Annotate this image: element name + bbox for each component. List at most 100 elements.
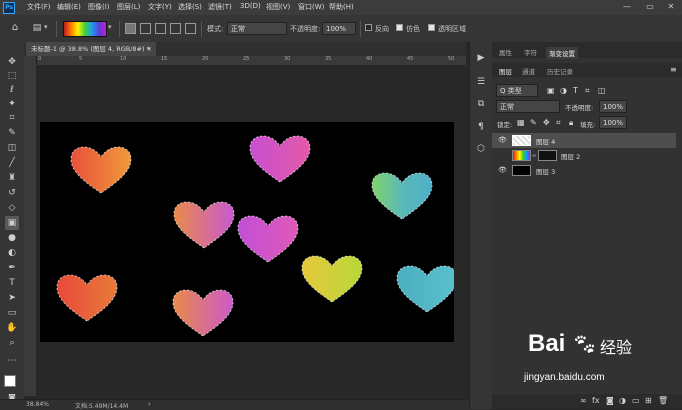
layer-opacity-value: 100% xyxy=(603,103,624,111)
visibility-eye-icon[interactable]: 👁︎ xyxy=(498,166,507,175)
history-brush-tool-icon[interactable]: ↺ xyxy=(5,186,19,200)
lock-image-icon[interactable]: ✎ xyxy=(530,118,537,127)
diamond-gradient-icon[interactable] xyxy=(185,23,196,34)
pen-tool-icon[interactable]: ✒ xyxy=(5,261,19,275)
radial-gradient-icon[interactable] xyxy=(140,23,151,34)
paragraph-icon[interactable]: ¶ xyxy=(475,121,487,133)
zoom-level[interactable]: 38.84% xyxy=(26,401,49,408)
lock-position-icon[interactable]: ✥ xyxy=(543,118,550,127)
new-layer-icon[interactable]: ⊞ xyxy=(645,396,652,405)
tab-layers[interactable]: 图层 xyxy=(499,66,512,76)
crop-tool-icon[interactable]: ⌗ xyxy=(5,111,19,125)
stamp-tool-icon[interactable]: ♜ xyxy=(5,171,19,185)
status-menu-chevron-icon[interactable]: › xyxy=(148,400,151,408)
maximize-icon[interactable]: ▭ xyxy=(643,1,657,13)
blend-mode-select[interactable]: 正常 xyxy=(496,100,560,113)
layer-opacity-input[interactable]: 100% xyxy=(599,100,627,113)
blur-tool-icon[interactable]: ● xyxy=(5,231,19,245)
linear-gradient-icon[interactable] xyxy=(125,23,136,34)
delete-layer-icon[interactable]: 🗑︎ xyxy=(658,396,668,405)
document-canvas[interactable] xyxy=(40,122,454,342)
layer-name[interactable]: 图层 2 xyxy=(561,151,580,161)
transparency-checkbox[interactable] xyxy=(428,24,435,31)
gradient-tool-preset-icon[interactable]: ▤ xyxy=(30,21,44,35)
opacity-input[interactable]: 100% xyxy=(322,22,356,35)
healing-tool-icon[interactable]: ◫ xyxy=(5,141,19,155)
gradient-picker-chevron-icon[interactable]: ▾ xyxy=(108,23,112,31)
menu-file[interactable]: 文件(F) xyxy=(27,2,51,12)
foreground-color-swatch[interactable] xyxy=(4,375,16,387)
path-selection-tool-icon[interactable]: ➤ xyxy=(5,291,19,305)
visibility-eye-icon[interactable]: 👁︎ xyxy=(498,136,507,145)
fill-input[interactable]: 100% xyxy=(599,116,627,129)
menu-layer[interactable]: 图层(L) xyxy=(117,2,140,12)
tab-channels[interactable]: 通道 xyxy=(522,66,535,76)
reflected-gradient-icon[interactable] xyxy=(170,23,181,34)
layer-mask-thumbnail[interactable] xyxy=(538,150,557,161)
lock-artboard-icon[interactable]: ⌗ xyxy=(556,118,561,128)
menu-help[interactable]: 帮助(H) xyxy=(329,2,354,12)
menu-select[interactable]: 选择(S) xyxy=(178,2,202,12)
new-adjustment-icon[interactable]: ◑ xyxy=(619,396,626,405)
filter-type-icon[interactable]: T xyxy=(573,86,578,95)
edit-toolbar-icon[interactable]: ⋯ xyxy=(5,354,19,368)
tab-properties[interactable]: 属性 xyxy=(499,47,512,57)
layer-row[interactable]: 👁︎ 图层 4 xyxy=(492,133,676,148)
hand-tool-icon[interactable]: ✋ xyxy=(5,321,19,335)
reverse-checkbox[interactable] xyxy=(365,24,372,31)
move-tool-icon[interactable]: ✥ xyxy=(5,55,19,69)
layer-row[interactable]: ∞ 图层 2 xyxy=(492,148,676,163)
link-layers-icon[interactable]: ∞ xyxy=(580,396,587,405)
rectangle-tool-icon[interactable]: ▭ xyxy=(5,306,19,320)
chevron-down-icon[interactable]: ▾ xyxy=(44,23,48,31)
lock-transparent-icon[interactable]: ▦ xyxy=(517,118,525,127)
filter-adjustment-icon[interactable]: ◑ xyxy=(560,86,567,95)
zoom-tool-icon[interactable]: ⌕ xyxy=(5,336,19,350)
properties-icon[interactable]: ⧉ xyxy=(475,98,487,110)
mode-select[interactable]: 正常 xyxy=(227,22,287,35)
layer-name[interactable]: 图层 4 xyxy=(536,136,555,146)
gradient-swatch[interactable] xyxy=(63,21,107,37)
tab-character[interactable]: 字符 xyxy=(524,47,537,57)
document-tab[interactable]: 未标题-1 @ 38.8% (图层 4, RGB/8#) * × xyxy=(26,42,156,56)
menu-3d[interactable]: 3D(D) xyxy=(240,2,261,10)
3d-icon[interactable]: ⬡ xyxy=(475,143,487,155)
gradient-tool-icon[interactable]: ▣ xyxy=(5,216,19,230)
angle-gradient-icon[interactable] xyxy=(155,23,166,34)
panel-menu-icon[interactable]: ≡ xyxy=(670,65,677,74)
menu-filter[interactable]: 滤镜(T) xyxy=(208,2,232,12)
menu-window[interactable]: 窗口(W) xyxy=(298,2,324,12)
filter-smart-object-icon[interactable]: ◫ xyxy=(598,86,606,95)
filter-pixel-icon[interactable]: ▣ xyxy=(547,86,555,95)
play-actions-icon[interactable]: ▶ xyxy=(475,52,487,64)
layer-row[interactable]: 👁︎ 图层 3 xyxy=(492,163,676,178)
dither-checkbox[interactable] xyxy=(396,24,403,31)
tab-history[interactable]: 历史记录 xyxy=(547,66,573,76)
type-tool-icon[interactable]: T xyxy=(5,276,19,290)
magic-wand-tool-icon[interactable]: ✦ xyxy=(5,97,19,111)
new-group-icon[interactable]: ▭ xyxy=(632,396,640,405)
layer-filter-select[interactable]: Q 类型 xyxy=(496,84,538,97)
tab-gradient-settings[interactable]: 渐变设置 xyxy=(546,47,578,59)
home-icon[interactable]: ⌂ xyxy=(8,21,22,35)
eraser-tool-icon[interactable]: ◇ xyxy=(5,201,19,215)
lock-label: 锁定: xyxy=(497,121,513,129)
filter-shape-icon[interactable]: ⌗ xyxy=(585,86,590,96)
layer-style-icon[interactable]: fx xyxy=(592,396,600,405)
add-mask-icon[interactable]: ◙ xyxy=(606,396,614,405)
adjustments-icon[interactable]: ☰ xyxy=(475,76,487,88)
close-tab-icon[interactable]: × xyxy=(147,42,152,56)
brush-tool-icon[interactable]: ╱ xyxy=(5,156,19,170)
menu-view[interactable]: 视图(V) xyxy=(266,2,290,12)
close-icon[interactable]: ✕ xyxy=(664,1,678,13)
menu-type[interactable]: 文字(Y) xyxy=(148,2,172,12)
layer-name[interactable]: 图层 3 xyxy=(536,166,555,176)
lasso-tool-icon[interactable]: ℓ xyxy=(5,83,19,97)
dodge-tool-icon[interactable]: ◐ xyxy=(5,246,19,260)
lock-all-icon[interactable]: 🔒︎ xyxy=(569,118,573,128)
marquee-tool-icon[interactable]: ⬚ xyxy=(5,69,19,83)
eyedropper-tool-icon[interactable]: ✎ xyxy=(5,126,19,140)
minimize-icon[interactable]: — xyxy=(620,1,634,13)
menu-image[interactable]: 图像(I) xyxy=(88,2,110,12)
menu-edit[interactable]: 编辑(E) xyxy=(57,2,81,12)
